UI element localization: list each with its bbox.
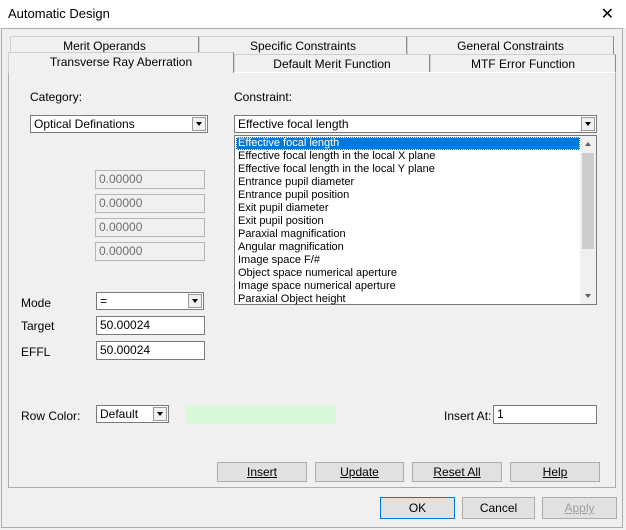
target-label: Target [21, 319, 55, 333]
insert-button[interactable]: Insert [217, 462, 307, 482]
constraint-value: Effective focal length [238, 117, 349, 131]
cancel-button[interactable]: Cancel [462, 497, 535, 519]
effl-input[interactable]: 50.00024 [96, 341, 205, 360]
chevron-down-icon[interactable] [188, 294, 202, 308]
category-select[interactable]: Optical Definations [30, 115, 208, 133]
list-item[interactable]: Exit pupil position [236, 215, 580, 228]
chevron-down-icon[interactable] [153, 407, 167, 421]
list-item[interactable]: Image space F/# [236, 254, 580, 267]
param-field-1[interactable]: 0.00000 [95, 170, 205, 189]
category-value: Optical Definations [34, 117, 135, 131]
apply-button[interactable]: Apply [542, 497, 617, 519]
insert-at-label: Insert At: [444, 409, 492, 423]
tab-default-merit-function[interactable]: Default Merit Function [234, 54, 430, 72]
target-input[interactable]: 50.00024 [96, 316, 205, 335]
mode-select[interactable]: = [96, 292, 204, 310]
tab-transverse-ray-aberration[interactable]: Transverse Ray Aberration [8, 52, 234, 73]
chevron-down-icon[interactable] [581, 117, 595, 131]
ok-button[interactable]: OK [380, 497, 455, 519]
list-item[interactable]: Paraxial magnification [236, 228, 580, 241]
scroll-down-icon[interactable] [580, 288, 596, 304]
list-item[interactable]: Entrance pupil position [236, 189, 580, 202]
constraint-select[interactable]: Effective focal length [234, 115, 597, 133]
window-title: Automatic Design [8, 6, 110, 21]
constraint-dropdown-list[interactable]: Effective focal length Effective focal l… [234, 135, 597, 305]
effl-label: EFFL [21, 345, 51, 359]
row-color-swatch [186, 405, 336, 424]
row-color-select[interactable]: Default [96, 405, 169, 423]
apply-button-label: Apply [564, 501, 595, 515]
insert-button-label: Insert [246, 465, 277, 479]
list-item[interactable]: Effective focal length [236, 137, 580, 150]
list-item[interactable]: Entrance pupil diameter [236, 176, 580, 189]
reset-all-button[interactable]: Reset All [412, 462, 502, 482]
close-icon[interactable]: ✕ [601, 4, 614, 24]
update-button-label: Update [340, 465, 379, 479]
row-color-value: Default [100, 407, 139, 421]
tab-mtf-error-function[interactable]: MTF Error Function [430, 54, 616, 72]
insert-at-input[interactable]: 1 [493, 405, 597, 424]
list-item[interactable]: Effective focal length in the local X pl… [236, 150, 580, 163]
help-button[interactable]: Help [510, 462, 600, 482]
mode-label: Mode [21, 296, 52, 310]
dropdown-scrollbar[interactable] [580, 136, 596, 304]
list-item[interactable]: Object space numerical aperture [236, 267, 580, 280]
param-field-3[interactable]: 0.00000 [95, 218, 205, 237]
param-field-2[interactable]: 0.00000 [95, 194, 205, 213]
list-item[interactable]: Angular magnification [236, 241, 580, 254]
help-button-label: Help [542, 465, 568, 479]
list-item[interactable]: Image space numerical aperture [236, 280, 580, 293]
list-item[interactable]: Exit pupil diameter [236, 202, 580, 215]
row-color-label: Row Color: [21, 409, 81, 423]
update-button[interactable]: Update [315, 462, 404, 482]
tab-general-constraints[interactable]: General Constraints [407, 36, 614, 54]
param-field-4[interactable]: 0.00000 [95, 242, 205, 261]
reset-all-button-label: Reset All [433, 465, 481, 479]
list-item[interactable]: Effective focal length in the local Y pl… [236, 163, 580, 176]
list-item[interactable]: Paraxial Object height [236, 293, 580, 306]
mode-value: = [100, 294, 108, 308]
scrollbar-thumb[interactable] [582, 153, 594, 249]
chevron-down-icon[interactable] [192, 117, 206, 131]
scroll-up-icon[interactable] [580, 136, 596, 152]
category-label: Category: [30, 90, 83, 104]
constraint-label: Constraint: [234, 90, 293, 104]
